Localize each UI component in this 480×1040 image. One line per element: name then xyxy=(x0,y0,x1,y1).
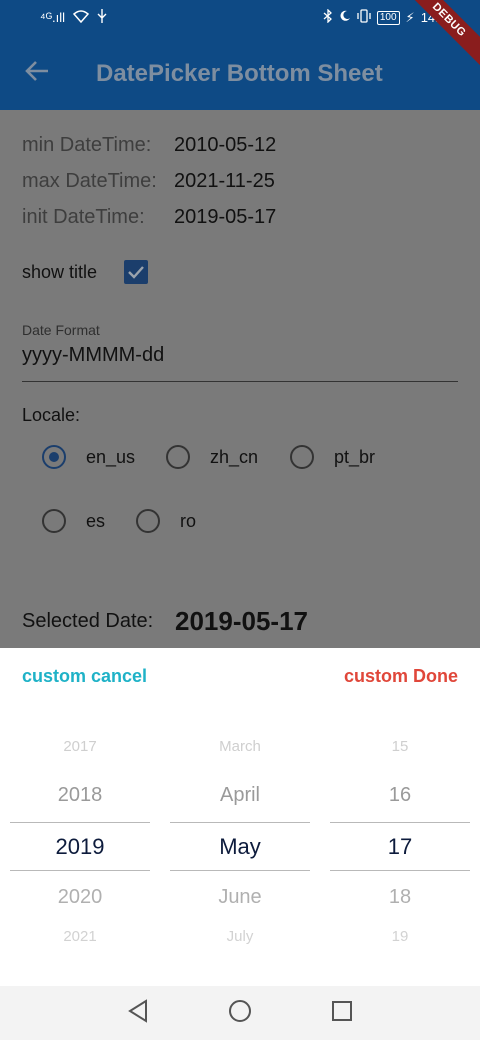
page-content: min DateTime: 2010-05-12 max DateTime: 202… xyxy=(0,110,480,648)
app-bar: DatePicker Bottom Sheet xyxy=(0,36,480,110)
signal-icon: ⁴ᴳ.ıll xyxy=(40,10,66,25)
min-datetime-row: min DateTime: 2010-05-12 xyxy=(22,134,276,157)
locale-option-label: es xyxy=(86,510,106,531)
bluetooth-icon xyxy=(323,8,333,27)
month-wheel[interactable]: March April May June July xyxy=(170,710,310,970)
nav-recents-button[interactable] xyxy=(328,999,356,1027)
wheel-item[interactable]: 16 xyxy=(330,784,470,807)
selection-divider xyxy=(330,822,470,823)
back-button[interactable] xyxy=(20,56,54,90)
init-datetime-row: init DateTime: 2019-05-17 xyxy=(22,206,276,229)
nav-home-button[interactable] xyxy=(226,999,254,1027)
wheel-item[interactable]: 2017 xyxy=(10,738,150,755)
locale-option-en-us[interactable]: en_us xyxy=(42,445,135,469)
locale-option-label: en_us xyxy=(86,446,136,467)
selection-divider xyxy=(10,870,150,871)
locale-option-pt-br[interactable]: pt_br xyxy=(290,445,375,469)
wheel-item-selected[interactable]: May xyxy=(170,834,310,860)
cancel-button[interactable]: custom cancel xyxy=(22,666,147,687)
locale-option-zh-cn[interactable]: zh_cn xyxy=(166,445,258,469)
wheel-item[interactable]: 18 xyxy=(330,886,470,909)
date-format-label: Date Format xyxy=(22,322,100,338)
max-datetime-row: max DateTime: 2021-11-25 xyxy=(22,170,275,193)
wheel-item[interactable]: June xyxy=(170,886,310,909)
wheel-item[interactable]: April xyxy=(170,784,310,807)
wheel-item[interactable]: 19 xyxy=(330,928,470,945)
min-datetime-value: 2010-05-12 xyxy=(174,134,277,156)
wheel-item-selected[interactable]: 17 xyxy=(330,834,470,860)
init-datetime-label: init DateTime: xyxy=(22,206,145,228)
check-icon xyxy=(124,266,148,288)
locale-option-label: ro xyxy=(180,510,197,531)
locale-option-es[interactable]: es xyxy=(42,509,105,533)
radio-unselected-icon xyxy=(290,445,314,469)
selection-divider xyxy=(10,822,150,823)
min-datetime-label: min DateTime: xyxy=(22,134,152,156)
wheel-item[interactable]: 2020 xyxy=(10,886,150,909)
year-wheel[interactable]: 2017 2018 2019 2020 2021 xyxy=(10,710,150,970)
day-wheel[interactable]: 15 16 17 18 19 xyxy=(330,710,470,970)
selected-date-label: Selected Date: xyxy=(22,610,154,632)
battery-indicator: 100 xyxy=(376,11,400,25)
status-bar: ⁴ᴳ.ıll 100 ⚡ 14:0 xyxy=(0,0,480,36)
charging-icon: ⚡ xyxy=(405,10,415,25)
wheel-item[interactable]: 2021 xyxy=(10,928,150,945)
nav-recents-icon xyxy=(331,1000,353,1027)
selection-divider xyxy=(170,870,310,871)
init-datetime-value: 2019-05-17 xyxy=(174,206,277,228)
radio-unselected-icon xyxy=(136,509,160,533)
selection-divider xyxy=(330,870,470,871)
nav-back-icon xyxy=(127,998,149,1028)
locale-option-ro[interactable]: ro xyxy=(136,509,196,533)
arrow-back-icon xyxy=(24,60,50,87)
system-navigation-bar xyxy=(0,986,480,1040)
nav-back-button[interactable] xyxy=(124,998,152,1028)
moon-icon xyxy=(339,10,351,26)
show-title-label: show title xyxy=(22,262,98,282)
selected-date-value: 2019-05-17 xyxy=(175,606,308,636)
wheel-item[interactable]: 15 xyxy=(330,738,470,755)
max-datetime-label: max DateTime: xyxy=(22,170,157,192)
locale-option-label: pt_br xyxy=(334,446,376,467)
radio-selected-icon xyxy=(42,445,66,469)
wifi-icon xyxy=(72,9,90,27)
max-datetime-value: 2021-11-25 xyxy=(174,170,275,192)
locale-label: Locale: xyxy=(22,405,81,425)
date-format-field[interactable]: yyyy-MMMM-dd xyxy=(22,342,458,382)
page-title: DatePicker Bottom Sheet xyxy=(96,60,383,87)
wheel-item[interactable]: 2018 xyxy=(10,784,150,807)
show-title-checkbox[interactable] xyxy=(124,260,148,284)
locale-option-label: zh_cn xyxy=(210,446,259,467)
done-button[interactable]: custom Done xyxy=(344,666,458,687)
wheel-item-selected[interactable]: 2019 xyxy=(10,834,150,860)
date-picker-bottom-sheet: custom cancel custom Done 2017 2018 2019 20… xyxy=(0,648,480,986)
radio-unselected-icon xyxy=(166,445,190,469)
selection-divider xyxy=(170,822,310,823)
vibrate-icon xyxy=(357,9,371,27)
wheel-item[interactable]: March xyxy=(170,738,310,755)
wheel-item[interactable]: July xyxy=(170,928,310,945)
nav-home-icon xyxy=(228,999,252,1028)
radio-unselected-icon xyxy=(42,509,66,533)
usb-icon xyxy=(97,9,107,27)
